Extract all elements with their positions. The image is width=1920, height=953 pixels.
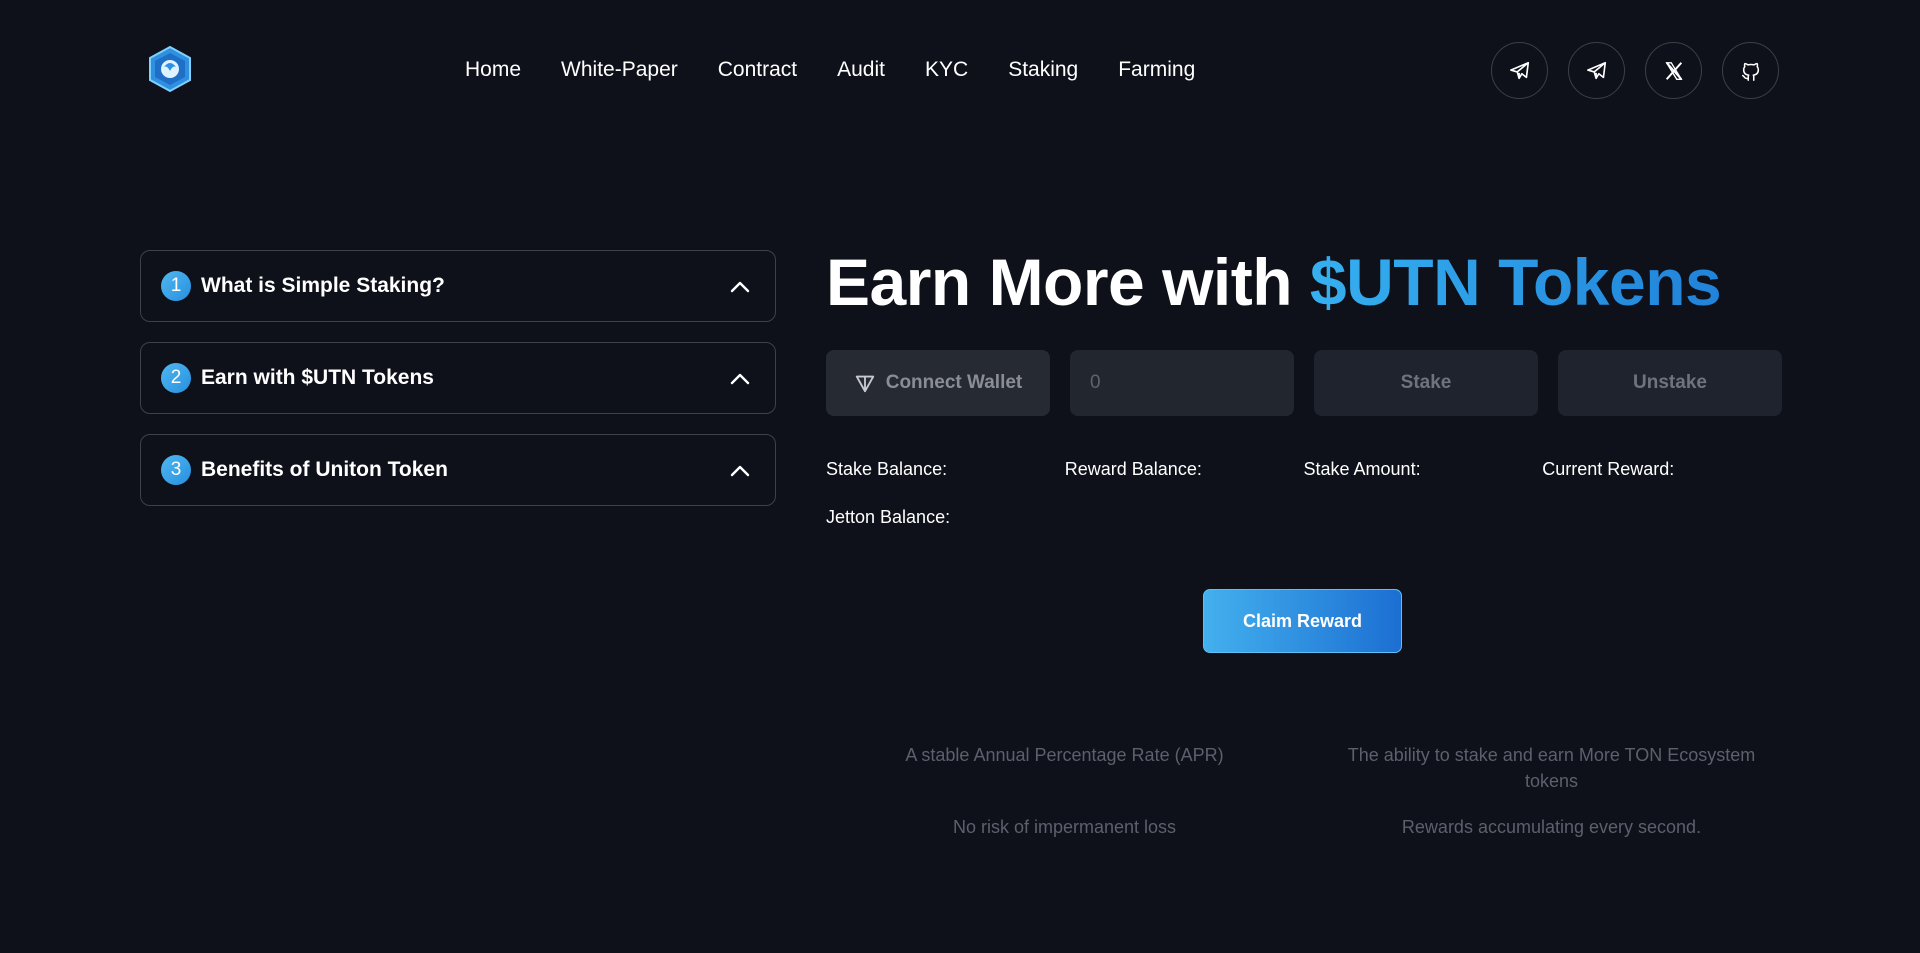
stake-amount-label: Stake Amount: <box>1303 459 1421 479</box>
stake-button[interactable]: Stake <box>1314 350 1538 416</box>
nav-staking[interactable]: Staking <box>1008 56 1078 84</box>
staking-controls: Connect Wallet Stake Unstake <box>826 350 1782 416</box>
telegram-icon <box>1586 61 1606 79</box>
feature-ecosystem-tokens: The ability to stake and earn More TON E… <box>1347 745 1756 791</box>
accordion-number: 1 <box>161 271 191 301</box>
nav-kyc[interactable]: KYC <box>925 56 968 84</box>
page-headline: Earn More with $UTN Tokens <box>826 242 1722 322</box>
connect-wallet-label: Connect Wallet <box>885 372 1023 393</box>
x-icon <box>1664 61 1683 80</box>
github-link[interactable] <box>1722 42 1779 99</box>
chevron-up-icon[interactable] <box>729 460 751 482</box>
stake-amount-input[interactable] <box>1070 350 1294 416</box>
telegram-icon <box>1509 61 1529 79</box>
x-link[interactable] <box>1645 42 1702 99</box>
nav-white-paper[interactable]: White-Paper <box>561 56 678 84</box>
accordion-title: What is Simple Staking? <box>201 274 445 297</box>
stake-balance-label: Stake Balance: <box>826 459 948 479</box>
telegram-link-2[interactable] <box>1568 42 1625 99</box>
jetton-balance-label: Jetton Balance: <box>826 507 951 527</box>
main-nav: Home White-Paper Contract Audit KYC Stak… <box>465 56 1235 84</box>
nav-farming[interactable]: Farming <box>1118 56 1195 84</box>
accordion-number: 2 <box>161 363 191 393</box>
site-header: Home White-Paper Contract Audit KYC Stak… <box>0 0 1920 140</box>
nav-audit[interactable]: Audit <box>837 56 885 84</box>
nav-home[interactable]: Home <box>465 56 521 84</box>
uniton-logo-icon[interactable] <box>146 45 194 93</box>
social-links <box>1491 42 1779 99</box>
feature-list: A stable Annual Percentage Rate (APR) Th… <box>826 742 1781 860</box>
chevron-up-icon[interactable] <box>729 368 751 390</box>
headline-accent: $UTN Tokens <box>1309 245 1722 319</box>
claim-reward-button[interactable]: Claim Reward <box>1203 589 1402 653</box>
reward-balance-label: Reward Balance: <box>1064 459 1202 479</box>
accordion-item-simple-staking[interactable]: 1 What is Simple Staking? <box>140 250 776 322</box>
current-reward-label: Current Reward: <box>1542 459 1675 479</box>
feature-rewards-every-second: Rewards accumulating every second. <box>1401 817 1702 837</box>
accordion-item-benefits[interactable]: 3 Benefits of Uniton Token <box>140 434 776 506</box>
accordion-item-earn-utn[interactable]: 2 Earn with $UTN Tokens <box>140 342 776 414</box>
headline-main: Earn More with <box>826 245 1310 319</box>
feature-no-impermanent-loss: No risk of impermanent loss <box>952 817 1177 837</box>
ton-icon <box>855 375 874 393</box>
connect-wallet-button[interactable]: Connect Wallet <box>826 350 1050 416</box>
feature-apr: A stable Annual Percentage Rate (APR) <box>905 745 1224 765</box>
nav-contract[interactable]: Contract <box>718 56 797 84</box>
staking-stats: Stake Balance: Reward Balance: Stake Amo… <box>826 458 1781 554</box>
accordion-title: Benefits of Uniton Token <box>201 458 448 481</box>
accordion-title: Earn with $UTN Tokens <box>201 366 434 389</box>
accordion-number: 3 <box>161 455 191 485</box>
faq-accordion: 1 What is Simple Staking? 2 Earn with $U… <box>140 250 776 526</box>
telegram-link-1[interactable] <box>1491 42 1548 99</box>
chevron-up-icon[interactable] <box>729 276 751 298</box>
unstake-button[interactable]: Unstake <box>1558 350 1782 416</box>
github-icon <box>1741 62 1759 81</box>
